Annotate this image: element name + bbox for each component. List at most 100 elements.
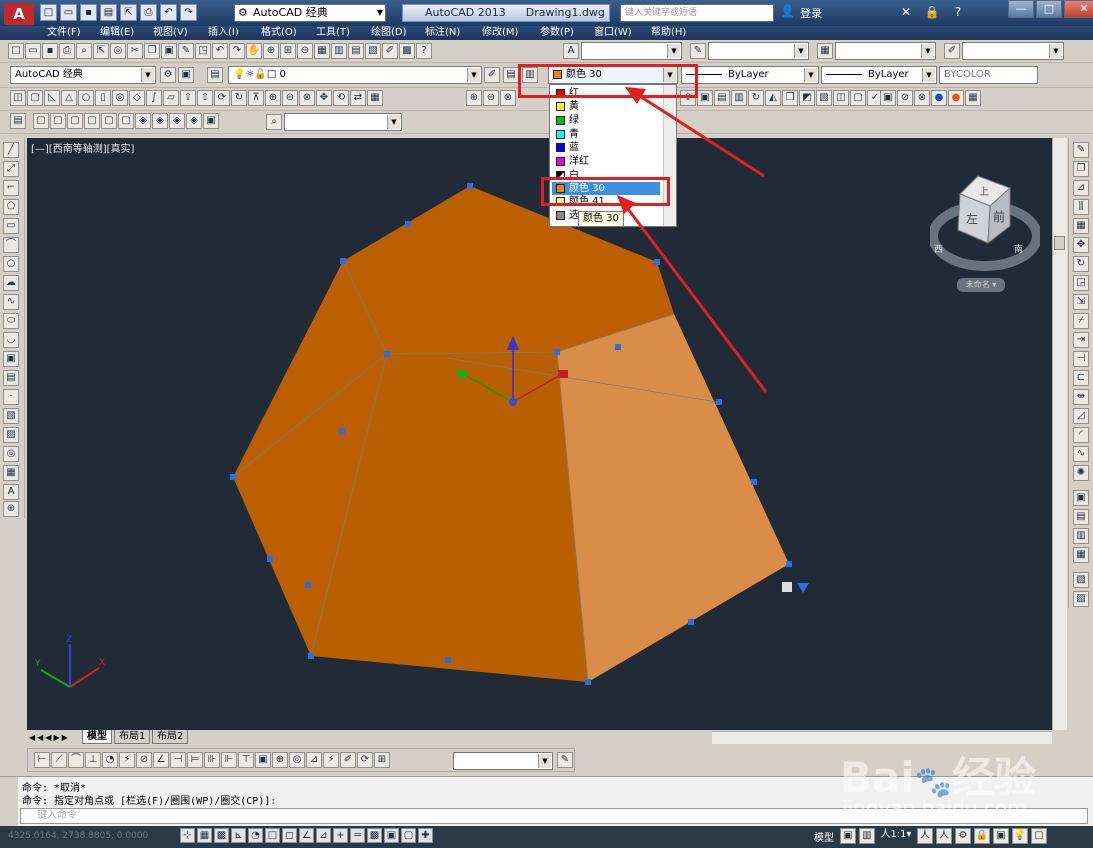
point-icon[interactable]: · (3, 389, 19, 405)
gear-icon[interactable]: ⚙ (160, 67, 176, 83)
3dprint-icon[interactable]: ◎ (110, 43, 126, 59)
menu-dimension[interactable]: 标注(N) (425, 26, 460, 40)
tool-palettes-icon[interactable]: ▤ (348, 43, 364, 59)
3d-osnap-icon[interactable]: ◻ (282, 828, 297, 843)
fillet-icon[interactable]: ◜ (1073, 427, 1089, 443)
break-icon[interactable]: ⊏ (1073, 370, 1089, 386)
workspace-switch-icon[interactable]: ⚙ (955, 828, 971, 844)
shell-icon[interactable]: ▢ (850, 90, 866, 106)
lock-ui-icon[interactable]: 🔒 (974, 828, 990, 844)
viewcube-left[interactable]: 左 (966, 210, 978, 227)
intersect-icon[interactable]: ⊗ (299, 90, 315, 106)
menu-window[interactable]: 窗口(W) (594, 26, 632, 40)
color-option-magenta[interactable]: 洋红 (552, 155, 660, 168)
explode-icon[interactable]: ✺ (1073, 465, 1089, 481)
redo-icon[interactable]: ↷ (180, 4, 197, 21)
dyn-icon[interactable]: + (333, 828, 348, 843)
planar-surface-icon[interactable]: ▱ (163, 90, 179, 106)
ne-iso-icon[interactable]: ◈ (169, 113, 185, 129)
table-style-combo[interactable]: ▼ (835, 42, 936, 60)
workspace-combo[interactable]: AutoCAD 经典 ▼ (10, 66, 156, 84)
clean-screen-icon[interactable]: ▢ (1031, 828, 1047, 844)
text-style-icon[interactable]: A (563, 43, 579, 59)
insert-block-icon[interactable]: ▣ (3, 351, 19, 367)
zoom-icon[interactable]: ⌕ (266, 114, 282, 130)
spline-icon[interactable]: ∿ (3, 294, 19, 310)
selection-cycle-icon[interactable]: ▢ (401, 828, 416, 843)
move-3d-icon[interactable]: ✥ (316, 90, 332, 106)
make-block-icon[interactable]: ▤ (3, 370, 19, 386)
zoom-previous-icon[interactable]: ⊖ (297, 43, 313, 59)
linetype-combo[interactable]: ByLayer ▼ (681, 66, 819, 84)
torus-icon[interactable]: ◎ (112, 90, 128, 106)
join-icon[interactable]: ⇹ (1073, 389, 1089, 405)
transparency-icon[interactable]: ▩ (367, 828, 382, 843)
copy-icon[interactable]: ❐ (144, 43, 160, 59)
app-menu-button[interactable]: A (4, 3, 34, 25)
tab-nav-arrows[interactable]: ◀◀◀▶▶ (29, 731, 70, 745)
mleader-style-combo[interactable]: ▼ (962, 42, 1064, 60)
solid-face-right[interactable] (557, 314, 789, 682)
jogged-icon[interactable]: ⚡ (119, 752, 135, 768)
cylinder-icon[interactable]: ▯ (95, 90, 111, 106)
loft-icon[interactable]: ⊼ (248, 90, 264, 106)
mleader-style-icon[interactable]: ✐ (944, 43, 960, 59)
extrude-icon[interactable]: ⇪ (180, 90, 196, 106)
grid-icon[interactable]: ▩ (214, 828, 229, 843)
save-icon[interactable]: ▪ (80, 4, 97, 21)
polyline-icon[interactable]: ⌐ (3, 180, 19, 196)
visual-styles-manager-icon[interactable]: ▦ (965, 90, 981, 106)
lineweight-combo[interactable]: ByLayer ▼ (821, 66, 937, 84)
coordinates[interactable]: 4325.0164, 2738.8805, 0.0000 (8, 831, 148, 841)
tab-layout1[interactable]: 布局1 (114, 730, 151, 744)
undo-icon[interactable]: ↶ (160, 4, 177, 21)
wedge-icon[interactable]: ◺ (44, 90, 60, 106)
markup-icon[interactable]: ✐ (382, 43, 398, 59)
tab-layout2[interactable]: 布局2 (152, 730, 189, 744)
sheet-set-icon[interactable]: ▧ (365, 43, 381, 59)
jogged-linear-icon[interactable]: ⊿ (306, 752, 322, 768)
copy-object-icon[interactable]: ❐ (1073, 161, 1089, 177)
rotate-icon[interactable]: ↻ (1073, 256, 1089, 272)
arc-length-icon[interactable]: ⌒ (68, 752, 84, 768)
left-view-icon[interactable]: ▢ (67, 113, 83, 129)
layer-manager-icon[interactable]: ▤ (207, 67, 223, 83)
login-link[interactable]: 登录 (800, 5, 822, 21)
annotation-scale[interactable]: 人1:1▾ (878, 828, 914, 844)
menu-view[interactable]: 视图(V) (153, 26, 188, 40)
continue-icon[interactable]: ⊪ (204, 752, 220, 768)
menu-edit[interactable]: 编辑(E) (100, 26, 134, 40)
rectangle-icon[interactable]: ▭ (3, 218, 19, 234)
menu-draw[interactable]: 绘图(D) (371, 26, 407, 40)
viewcube-top[interactable]: 上 (979, 183, 989, 198)
infer-constraints-icon[interactable]: ⊹ (180, 828, 195, 843)
quick-dim-icon[interactable]: ⊣ (170, 752, 186, 768)
array-3d-icon[interactable]: ▦ (367, 90, 383, 106)
color-option-blue[interactable]: 蓝 (552, 141, 660, 154)
cone-icon[interactable]: △ (61, 90, 77, 106)
linear-dim-icon[interactable]: ⊢ (34, 752, 50, 768)
hatch-icon[interactable]: ▧ (3, 408, 19, 424)
aligned-dim-icon[interactable]: ⟋ (51, 752, 67, 768)
camera-icon[interactable]: ▣ (203, 113, 219, 129)
workspace-select[interactable]: ⚙ AutoCAD 经典 ▼ (234, 4, 386, 22)
exchange-icon[interactable]: ✕ (897, 3, 915, 21)
tab-model[interactable]: 模型 (82, 730, 112, 744)
se-iso-icon[interactable]: ◈ (152, 113, 168, 129)
named-views-icon[interactable]: ▤ (10, 113, 26, 129)
revolve-icon[interactable]: ↻ (231, 90, 247, 106)
layer-previous-icon[interactable]: ▤ (503, 67, 519, 83)
presspull-icon[interactable]: ⇧ (197, 90, 213, 106)
help-icon[interactable]: ? (949, 3, 967, 21)
quick-view-layouts-icon[interactable]: ▣ (840, 828, 856, 844)
auto-scale-icon[interactable]: 人 (936, 828, 952, 844)
dim-override-icon[interactable]: ⊞ (374, 752, 390, 768)
preview-icon[interactable]: ⌕ (76, 43, 92, 59)
stretch-icon[interactable]: ⇲ (1073, 294, 1089, 310)
layer-combo[interactable]: 💡☼🔓□ 0 ▼ (228, 66, 482, 84)
dim-update-icon[interactable]: ⟳ (357, 752, 373, 768)
block-editor-icon[interactable]: ◳ (195, 43, 211, 59)
match-icon[interactable]: ✎ (178, 43, 194, 59)
conceptual-icon[interactable]: ● (948, 90, 964, 106)
erase-icon[interactable]: ✎ (1073, 142, 1089, 158)
